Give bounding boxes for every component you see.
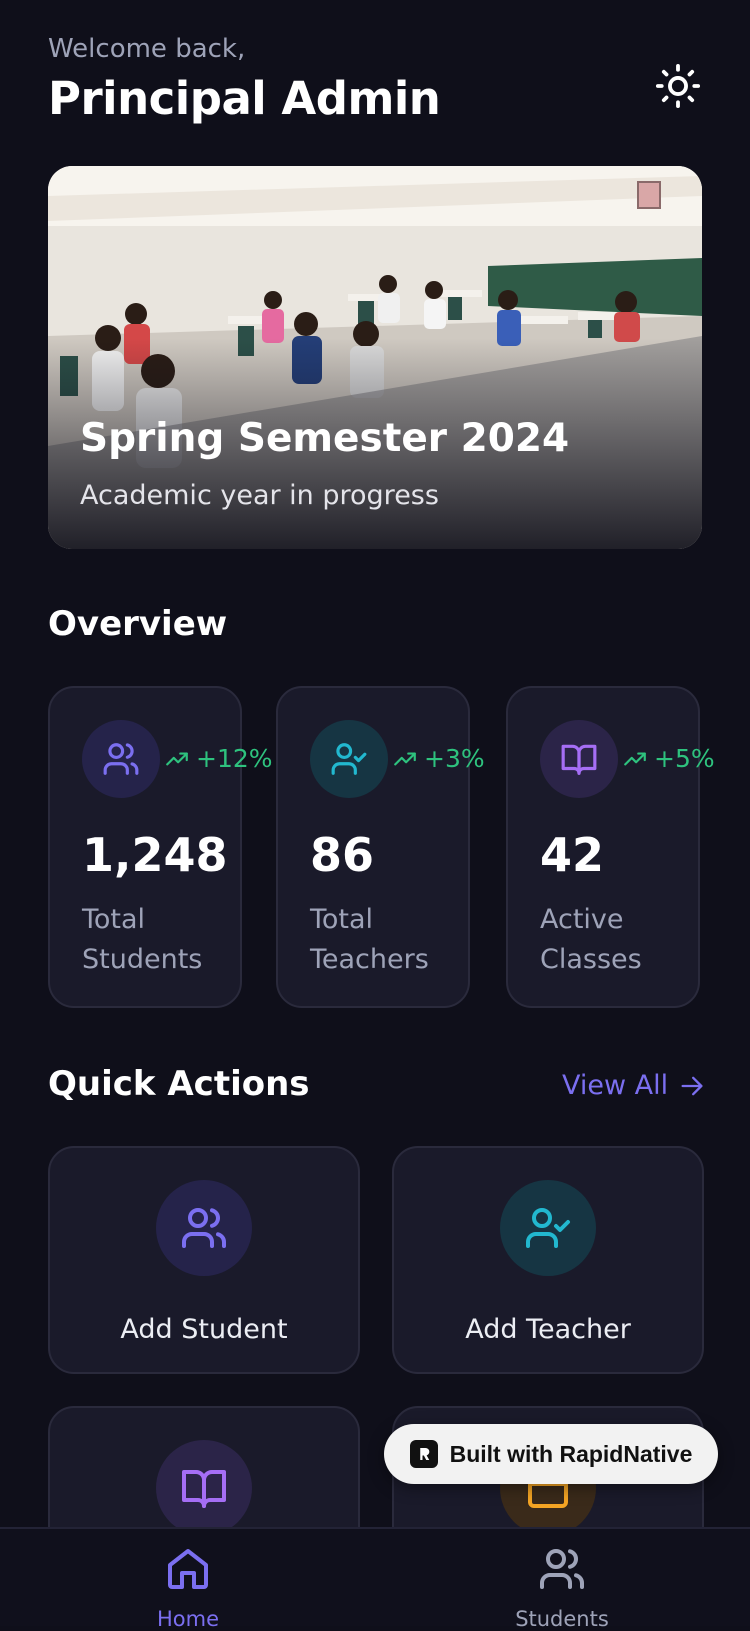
add-teacher-button[interactable]: Add Teacher: [392, 1146, 704, 1374]
user-name-title: Principal Admin: [48, 72, 441, 125]
badge-text: Built with RapidNative: [449, 1440, 693, 1467]
sun-icon: [655, 63, 701, 109]
book-open-icon: [561, 744, 597, 775]
trend-value: +5%: [654, 744, 715, 773]
user-check-icon: [526, 1208, 570, 1248]
users-icon: [540, 1549, 584, 1589]
stat-card-classes[interactable]: +5% 42 Active Classes: [506, 686, 715, 1008]
action-icon-circle: [156, 1180, 252, 1276]
stat-value: 86: [310, 828, 375, 882]
trending-up-icon: [166, 752, 188, 765]
trending-up-icon: [624, 752, 646, 765]
overview-heading: Overview: [48, 604, 228, 644]
stat-value: 42: [540, 828, 605, 882]
stat-icon-circle: [82, 720, 160, 798]
arrow-right-icon: [681, 1076, 703, 1095]
stat-label: Active Classes: [540, 904, 642, 975]
trending-up-icon: [394, 752, 416, 765]
stat-card-teachers[interactable]: +3% 86 Total Teachers: [276, 686, 485, 1008]
home-icon: [168, 1549, 208, 1589]
action-label: Add Teacher: [465, 1314, 631, 1345]
trend-indicator: +5%: [622, 744, 715, 773]
users-icon: [103, 743, 139, 775]
action-label: Add Student: [120, 1314, 288, 1345]
action-icon-circle: [500, 1180, 596, 1276]
stat-icon-circle: [540, 720, 618, 798]
add-student-button[interactable]: Add Student: [48, 1146, 360, 1374]
stat-value: 1,248: [82, 828, 228, 882]
hero-title: Spring Semester 2024: [80, 416, 570, 461]
trend-indicator: +12%: [164, 744, 273, 773]
stat-label: Total Teachers: [310, 904, 429, 975]
built-with-badge[interactable]: Built with RapidNative: [384, 1424, 718, 1484]
hero-subtitle: Academic year in progress: [80, 480, 439, 511]
tab-label: Students: [515, 1607, 609, 1631]
bottom-tab-bar: Home Students: [0, 1527, 750, 1631]
users-icon: [182, 1208, 226, 1248]
tab-label: Home: [156, 1607, 219, 1631]
book-open-icon: [182, 1470, 226, 1508]
user-check-icon: [331, 743, 367, 775]
stat-icon-circle: [310, 720, 388, 798]
rapidnative-logo-icon: [409, 1440, 438, 1468]
trend-indicator: +3%: [392, 744, 485, 773]
trend-value: +3%: [424, 744, 485, 773]
stat-label: Total Students: [82, 904, 203, 975]
theme-toggle-button[interactable]: [650, 58, 706, 114]
view-all-link[interactable]: View All: [562, 1070, 706, 1101]
view-all-label: View All: [562, 1070, 669, 1101]
quick-actions-heading: Quick Actions: [48, 1064, 310, 1104]
action-icon-circle: [156, 1440, 252, 1536]
semester-hero-card[interactable]: Spring Semester 2024 Academic year in pr…: [48, 166, 702, 549]
trend-value: +12%: [196, 744, 273, 773]
welcome-text: Welcome back,: [48, 34, 246, 64]
stat-card-students[interactable]: +12% 1,248 Total Students: [48, 686, 273, 1008]
